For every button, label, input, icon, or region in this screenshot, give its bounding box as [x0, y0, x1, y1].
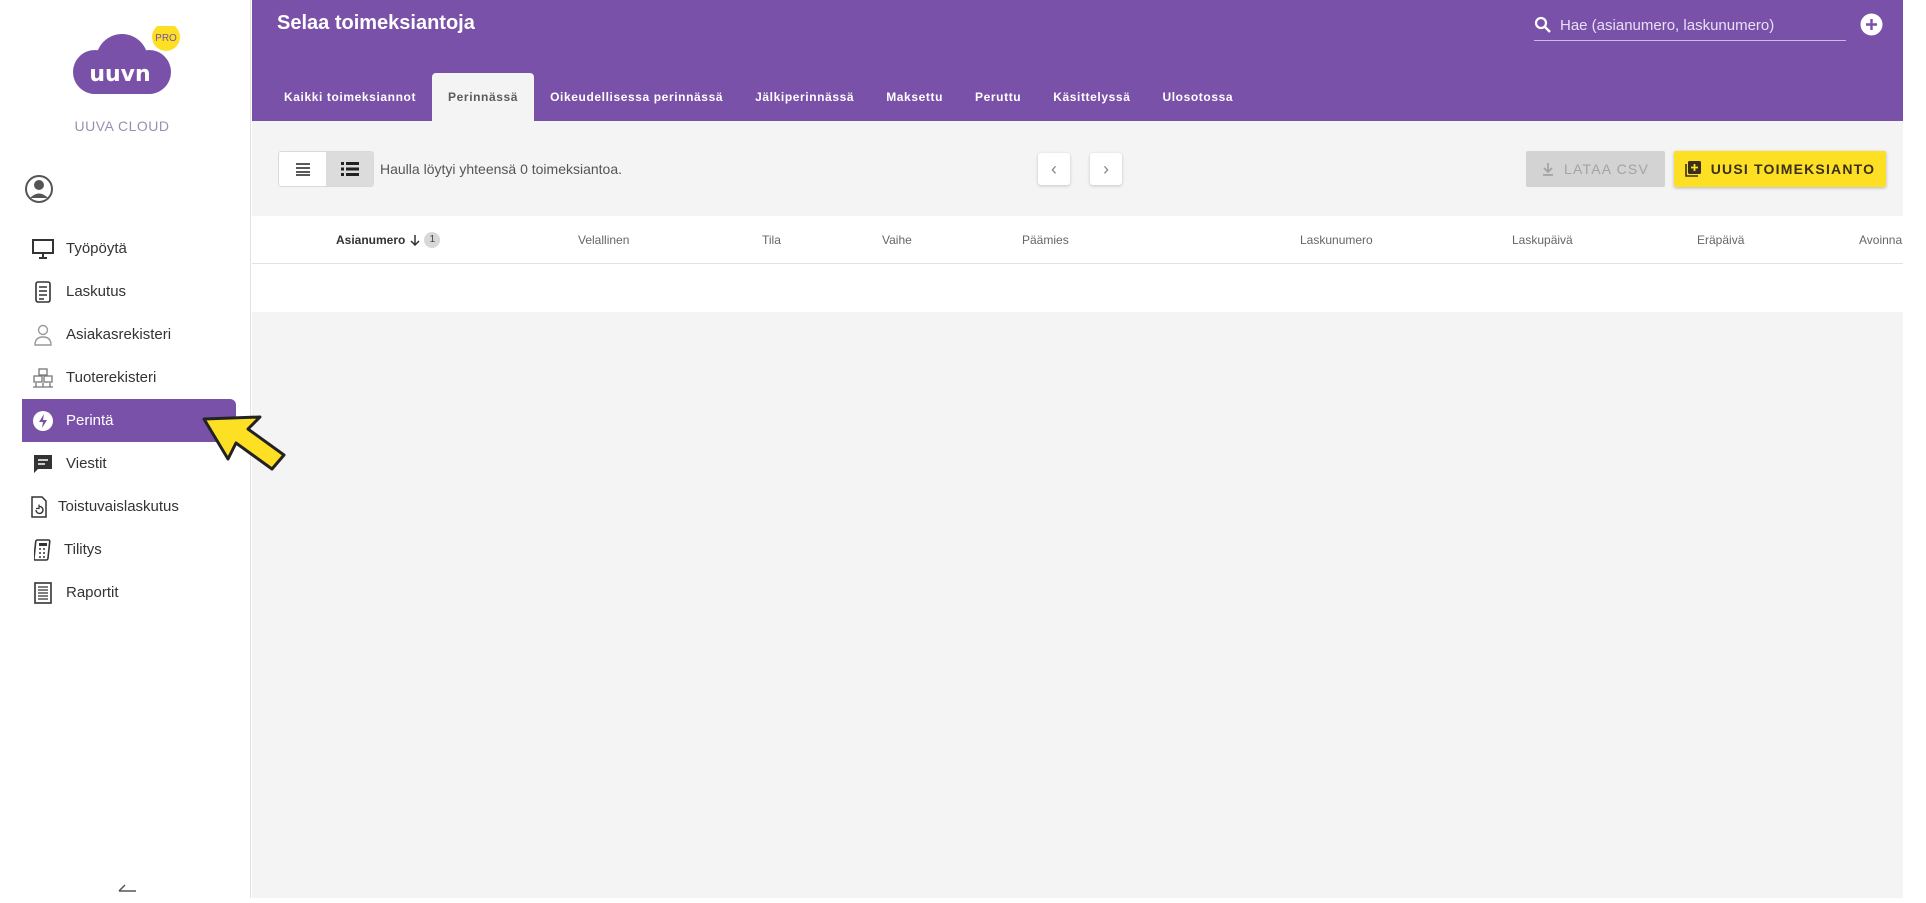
- new-assignment-label: UUSI TOIMEKSIANTO: [1710, 161, 1876, 177]
- calculator-icon: [32, 538, 54, 561]
- column-header-asianumero[interactable]: Asianumero 1: [336, 216, 441, 263]
- column-header-paamies[interactable]: Päämies: [1022, 216, 1069, 263]
- add-circle-icon[interactable]: [1860, 13, 1883, 36]
- new-assignment-button[interactable]: UUSI TOIMEKSIANTO: [1674, 151, 1886, 187]
- assignments-table: Asianumero 1 Velallinen Tila Vaihe Päämi…: [252, 216, 1903, 312]
- tab-peruttu[interactable]: Peruttu: [959, 73, 1037, 121]
- sidebar-item-asiakasrekisteri[interactable]: Asiakasrekisteri: [22, 313, 236, 356]
- previous-page-button[interactable]: ‹: [1038, 153, 1070, 185]
- invoice-icon: [32, 280, 54, 303]
- sidebar-item-tilitys[interactable]: Tilitys: [22, 528, 236, 571]
- main-content: Haulla löytyi yhteensä 0 toimeksiantoa. …: [252, 121, 1903, 898]
- add-box-icon: [1684, 161, 1701, 177]
- detailed-list-view-button[interactable]: [326, 152, 373, 186]
- column-header-vaihe[interactable]: Vaihe: [882, 216, 912, 263]
- tab-oikeudellisessa-perinnassa[interactable]: Oikeudellisessa perinnässä: [534, 73, 739, 121]
- report-icon: [32, 581, 54, 604]
- detailed-list-icon: [340, 162, 359, 176]
- sidebar-item-label: Tuoterekisteri: [66, 369, 157, 386]
- compact-list-view-button[interactable]: [279, 152, 326, 186]
- column-header-erapaiva[interactable]: Eräpäivä: [1697, 216, 1744, 263]
- column-header-tila[interactable]: Tila: [762, 216, 781, 263]
- view-toggle: [278, 151, 374, 187]
- sidebar-item-label: Viestit: [66, 455, 107, 472]
- recurring-document-icon: [28, 495, 50, 518]
- user-account-icon[interactable]: [24, 174, 54, 204]
- download-icon: [1542, 162, 1554, 176]
- tab-ulosotossa[interactable]: Ulosotossa: [1146, 73, 1249, 121]
- search-box[interactable]: [1534, 10, 1846, 41]
- search-icon: [1534, 16, 1552, 34]
- sidebar-item-label: Tilitys: [64, 541, 102, 558]
- sidebar-item-label: Työpöytä: [66, 240, 127, 257]
- chevron-left-icon: ‹: [1051, 158, 1057, 179]
- table-body-empty: [252, 264, 1903, 312]
- sidebar-item-laskutus[interactable]: Laskutus: [22, 270, 236, 313]
- download-csv-button[interactable]: LATAA CSV: [1526, 151, 1665, 187]
- arrow-down-icon: [409, 234, 421, 246]
- tab-kasittelyssa[interactable]: Käsittelyssä: [1037, 73, 1146, 121]
- product-stack-icon: [32, 367, 54, 389]
- sidebar-item-label: Asiakasrekisteri: [66, 326, 172, 343]
- person-icon: [32, 324, 54, 346]
- brand-name: UUVA CLOUD: [74, 118, 170, 134]
- sidebar-item-label: Perintä: [66, 412, 114, 429]
- tab-maksettu[interactable]: Maksettu: [870, 73, 959, 121]
- monitor-icon: [32, 238, 54, 260]
- download-csv-label: LATAA CSV: [1564, 161, 1649, 177]
- tab-perinnassa[interactable]: Perinnässä: [432, 73, 535, 121]
- table-header: Asianumero 1 Velallinen Tila Vaihe Päämi…: [252, 216, 1903, 264]
- sidebar-item-tuoterekisteri[interactable]: Tuoterekisteri: [22, 356, 236, 399]
- chevron-right-icon: ›: [1103, 158, 1109, 179]
- compact-list-icon: [295, 162, 311, 176]
- logo-text: uuvn: [89, 62, 150, 87]
- collapse-sidebar-icon[interactable]: [116, 884, 138, 898]
- lightning-circle-icon: [32, 410, 54, 432]
- pointer-arrow-icon: [200, 411, 288, 473]
- status-tabs: Kaikki toimeksiannot Perinnässä Oikeudel…: [268, 73, 1249, 121]
- column-header-avoinna[interactable]: Avoinna: [1859, 216, 1902, 263]
- column-header-velallinen[interactable]: Velallinen: [578, 216, 629, 263]
- sidebar-item-raportit[interactable]: Raportit: [22, 571, 236, 614]
- sidebar-item-tyopoyta[interactable]: Työpöytä: [22, 227, 236, 270]
- next-page-button[interactable]: ›: [1090, 153, 1122, 185]
- sidebar-item-label: Laskutus: [66, 283, 127, 300]
- result-count-text: Haulla löytyi yhteensä 0 toimeksiantoa.: [380, 161, 623, 177]
- message-icon: [32, 453, 54, 475]
- page-title: Selaa toimeksiantoja: [277, 12, 475, 34]
- tab-jalkiperinnassa[interactable]: Jälkiperinnässä: [739, 73, 870, 121]
- sidebar-item-label: Toistuvaislaskutus: [58, 498, 179, 515]
- uuva-logo[interactable]: uuvn PRO: [62, 23, 182, 112]
- tab-kaikki-toimeksiannot[interactable]: Kaikki toimeksiannot: [268, 73, 432, 121]
- pro-badge: PRO: [155, 33, 177, 44]
- search-input[interactable]: [1558, 15, 1842, 35]
- column-header-laskupaiva[interactable]: Laskupäivä: [1512, 216, 1573, 263]
- column-header-laskunumero[interactable]: Laskunumero: [1300, 216, 1373, 263]
- sidebar-item-toistuvaislaskutus[interactable]: Toistuvaislaskutus: [22, 485, 236, 528]
- sort-order-badge: 1: [424, 231, 441, 248]
- header-bar: Selaa toimeksiantoja Kaikki toimeksianno…: [252, 0, 1903, 121]
- sidebar-item-label: Raportit: [66, 584, 119, 601]
- column-label: Asianumero: [336, 232, 406, 247]
